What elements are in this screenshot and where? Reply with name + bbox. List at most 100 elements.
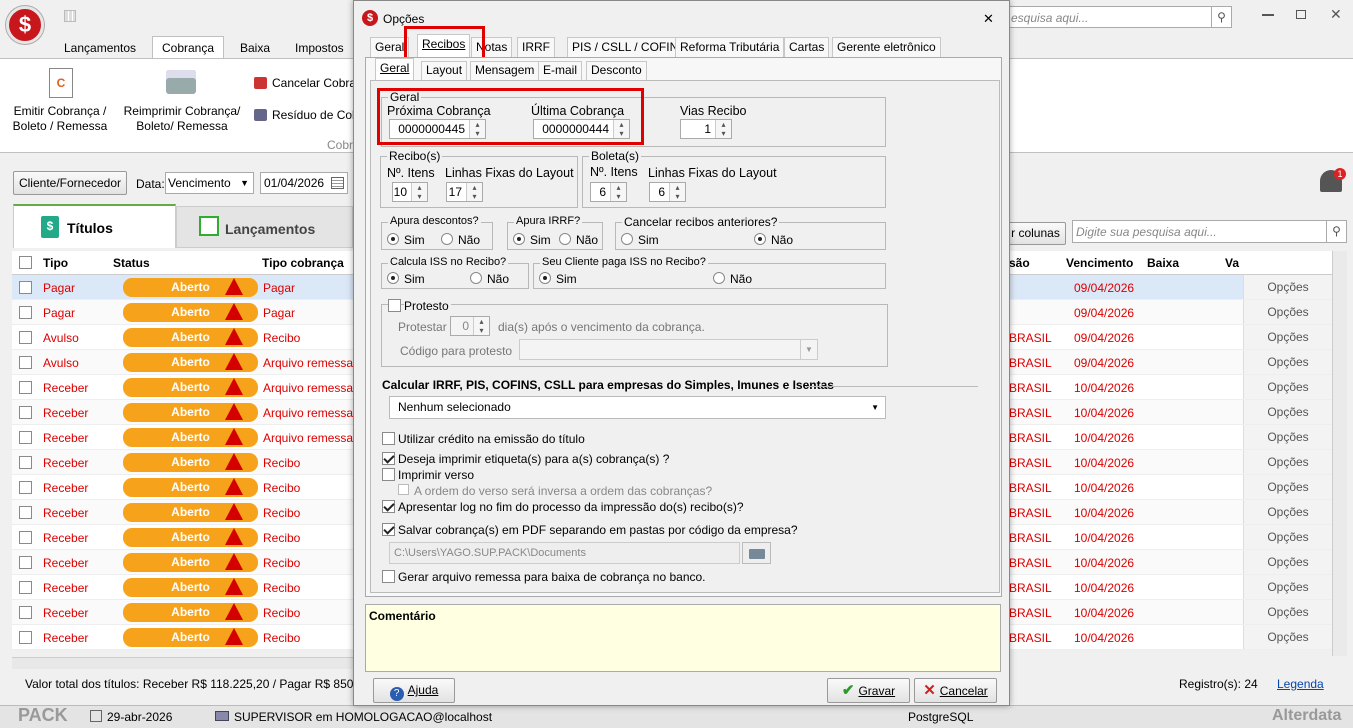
cliente-fornecedor-button[interactable]: Cliente/Fornecedor <box>13 171 127 195</box>
opcoes-button[interactable]: Opções <box>1243 275 1332 299</box>
opcoes-button[interactable]: Opções <box>1243 425 1332 449</box>
col-valor[interactable]: Va <box>1225 256 1239 270</box>
ribbon-tab-cobranca[interactable]: Cobrança <box>152 36 224 59</box>
row-checkbox[interactable] <box>19 481 32 494</box>
table-row[interactable]: Avulso Aberto Recibo <box>12 325 353 350</box>
codigo-protesto-select[interactable]: ▼ <box>519 339 818 360</box>
close-app-icon[interactable]: ✕ <box>1330 6 1342 23</box>
row-checkbox[interactable] <box>19 306 32 319</box>
vias-input[interactable]: 1 <box>680 119 732 139</box>
right-table-row[interactable]: BRASIL 10/04/2026 Opções <box>1005 525 1332 550</box>
top-search[interactable]: esquisa aqui... ⚲ <box>1005 6 1232 28</box>
h-scrollbar[interactable] <box>12 657 353 669</box>
emitir-button[interactable]: Emitir Cobrança / Boleto / Remessa <box>10 104 110 134</box>
table-row[interactable]: Receber Aberto Arquivo remessa <box>12 375 353 400</box>
row-checkbox[interactable] <box>19 431 32 444</box>
right-table-row[interactable]: BRASIL 10/04/2026 Opções <box>1005 400 1332 425</box>
row-checkbox[interactable] <box>19 581 32 594</box>
boleta-linhas-input[interactable]: 6 <box>649 182 686 202</box>
date-field[interactable]: 01/04/2026 <box>260 172 348 194</box>
col-tipo-cobranca[interactable]: Tipo cobrança <box>262 256 344 270</box>
table-row[interactable]: Receber Aberto Arquivo remessa <box>12 425 353 450</box>
gerar-remessa-checkbox[interactable] <box>382 570 395 583</box>
subtab-mensagem[interactable]: Mensagem <box>470 61 540 80</box>
ribbon-tab-lancamentos[interactable]: Lançamentos <box>64 41 136 55</box>
legenda-link[interactable]: Legenda <box>1277 677 1324 691</box>
select-all-checkbox[interactable] <box>19 256 32 269</box>
subtab-email[interactable]: E-mail <box>538 61 583 80</box>
subtab-geral[interactable]: Geral <box>375 58 415 81</box>
calendar-icon[interactable] <box>331 177 344 189</box>
recibos-linhas-input[interactable]: 17 <box>446 182 483 202</box>
table-row[interactable]: Avulso Aberto Arquivo remessa <box>12 350 353 375</box>
cancelar-cobranca-button[interactable]: Cancelar Cobra <box>272 76 356 90</box>
salvar-pdf-checkbox[interactable] <box>382 523 395 536</box>
grid-search-icon[interactable]: ⚲ <box>1326 221 1346 242</box>
table-row[interactable]: Receber Aberto Arquivo remessa <box>12 400 353 425</box>
table-row[interactable]: Pagar Aberto Pagar <box>12 300 353 325</box>
imprimir-etiqueta-checkbox[interactable] <box>382 452 395 465</box>
row-checkbox[interactable] <box>19 331 32 344</box>
opcoes-button[interactable]: Opções <box>1243 575 1332 599</box>
opcoes-button[interactable]: Opções <box>1243 500 1332 524</box>
row-checkbox[interactable] <box>19 631 32 644</box>
table-row[interactable]: Receber Aberto Recibo <box>12 550 353 575</box>
subtab-layout[interactable]: Layout <box>421 61 468 80</box>
row-checkbox[interactable] <box>19 406 32 419</box>
col-emissao[interactable]: são <box>1009 256 1030 270</box>
row-checkbox[interactable] <box>19 556 32 569</box>
col-tipo[interactable]: Tipo <box>43 256 68 270</box>
right-table-row[interactable]: BRASIL 09/04/2026 Opções <box>1005 325 1332 350</box>
grid-search-input[interactable]: Digite sua pesquisa aqui... ⚲ <box>1072 220 1347 243</box>
residuo-button[interactable]: Resíduo de Cob <box>272 108 359 122</box>
apresentar-log-checkbox[interactable] <box>382 500 395 513</box>
table-row[interactable]: Receber Aberto Recibo <box>12 475 353 500</box>
table-row[interactable]: Receber Aberto Recibo <box>12 450 353 475</box>
right-table-row[interactable]: BRASIL 10/04/2026 Opções <box>1005 450 1332 475</box>
row-checkbox[interactable] <box>19 606 32 619</box>
search-icon[interactable]: ⚲ <box>1211 7 1231 27</box>
boleta-itens-input[interactable]: 6 <box>590 182 627 202</box>
tab-cartas[interactable]: Cartas <box>784 37 830 58</box>
apura-irrf-nao-radio[interactable] <box>559 233 571 245</box>
table-row[interactable]: Receber Aberto Recibo <box>12 575 353 600</box>
tab-pis-csll-cofins[interactable]: PIS / CSLL / COFINS <box>567 37 692 58</box>
opcoes-button[interactable]: Opções <box>1243 525 1332 549</box>
comentario-box[interactable]: Comentário <box>365 604 1001 672</box>
row-checkbox[interactable] <box>19 531 32 544</box>
minimize-icon[interactable] <box>1262 14 1274 16</box>
table-row[interactable]: Receber Aberto Recibo <box>12 525 353 550</box>
cancelar-recibos-sim-radio[interactable] <box>621 233 633 245</box>
ribbon-tab-baixa[interactable]: Baixa <box>240 41 270 55</box>
right-table-row[interactable]: BRASIL 10/04/2026 Opções <box>1005 375 1332 400</box>
seu-cliente-nao-radio[interactable] <box>713 272 725 284</box>
tab-reforma-tributaria[interactable]: Reforma Tributária <box>675 37 785 58</box>
right-table-row[interactable]: BRASIL 10/04/2026 Opções <box>1005 475 1332 500</box>
apura-irrf-sim-radio[interactable] <box>513 233 525 245</box>
opcoes-button[interactable]: Opções <box>1243 450 1332 474</box>
gravar-button[interactable]: ✔ Gravar <box>827 678 910 703</box>
opcoes-button[interactable]: Opções <box>1243 300 1332 324</box>
tab-titulos[interactable]: $ Títulos <box>13 204 176 248</box>
opcoes-button[interactable]: Opções <box>1243 400 1332 424</box>
opcoes-button[interactable]: Opções <box>1243 625 1332 649</box>
tab-irrf[interactable]: IRRF <box>517 37 555 58</box>
row-checkbox[interactable] <box>19 356 32 369</box>
grid-icon[interactable] <box>64 10 76 22</box>
opcoes-button[interactable]: Opções <box>1243 350 1332 374</box>
dialog-close-icon[interactable]: ✕ <box>983 11 994 27</box>
col-baixa[interactable]: Baixa <box>1147 256 1179 270</box>
right-table-row[interactable]: BRASIL 10/04/2026 Opções <box>1005 425 1332 450</box>
ribbon-tab-impostos[interactable]: Impostos <box>295 41 344 55</box>
table-row[interactable]: Receber Aberto Recibo <box>12 600 353 625</box>
apura-descontos-nao-radio[interactable] <box>441 233 453 245</box>
calcula-iss-nao-radio[interactable] <box>470 272 482 284</box>
protestar-input[interactable]: 0 <box>450 316 490 336</box>
recibos-itens-input[interactable]: 10 <box>392 182 428 202</box>
pdf-path-input[interactable]: C:\Users\YAGO.SUP.PACK\Documents <box>389 542 740 564</box>
reimprimir-button[interactable]: Reimprimir Cobrança/ Boleto/ Remessa <box>120 104 244 134</box>
opcoes-button[interactable]: Opções <box>1243 475 1332 499</box>
tab-lancamentos[interactable]: Lançamentos <box>176 206 353 248</box>
opcoes-button[interactable]: Opções <box>1243 550 1332 574</box>
table-row[interactable]: Receber Aberto Recibo <box>12 625 353 650</box>
